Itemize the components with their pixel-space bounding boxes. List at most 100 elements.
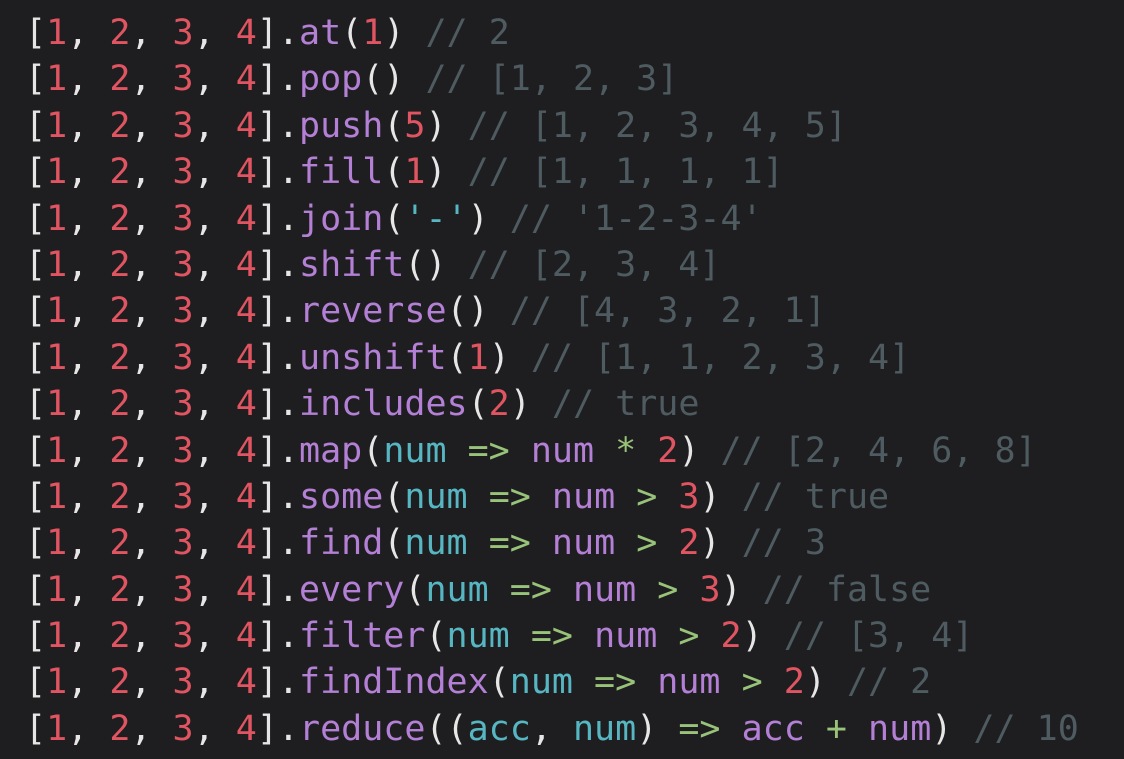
punctuation: [ [25, 476, 47, 517]
number-literal: 3 [172, 708, 194, 749]
punctuation: , [193, 523, 236, 564]
punctuation: ]. [256, 384, 300, 425]
punctuation: ( [383, 152, 405, 193]
punctuation: ]. [256, 337, 300, 378]
punctuation: , [130, 198, 173, 239]
identifier: num [404, 523, 468, 564]
punctuation: ) [383, 13, 426, 53]
number-literal: 1 [46, 244, 68, 285]
number-literal: 3 [172, 13, 194, 53]
identifier: num [383, 430, 447, 471]
punctuation [847, 709, 868, 749]
number-literal: 3 [172, 430, 194, 471]
punctuation [805, 709, 826, 749]
code-line: [1, 2, 3, 4].join('-') // '1-2-3-4' [25, 196, 1120, 242]
punctuation [636, 431, 657, 471]
number-literal: 4 [235, 569, 257, 610]
method-name: reverse [299, 291, 447, 332]
punctuation: ) [741, 616, 784, 657]
punctuation: , [193, 13, 236, 53]
punctuation: ]. [256, 569, 300, 610]
punctuation [468, 477, 489, 517]
method-name: pop [299, 59, 363, 100]
number-literal: 1 [46, 384, 68, 425]
punctuation: ]. [256, 59, 300, 100]
number-literal: 2 [109, 105, 131, 146]
operator: => [594, 662, 637, 703]
operator: + [825, 708, 847, 749]
number-literal: 3 [172, 59, 194, 100]
punctuation: [ [25, 291, 47, 332]
method-name: find [299, 523, 384, 564]
code-line: [1, 2, 3, 4].reduce((acc, num) => acc + … [25, 706, 1120, 752]
number-literal: 1 [46, 13, 68, 53]
punctuation: ) [636, 708, 679, 749]
punctuation: , [130, 59, 173, 100]
code-line: [1, 2, 3, 4].includes(2) // true [25, 381, 1120, 427]
punctuation: ]. [256, 430, 300, 471]
number-literal: 4 [235, 244, 257, 285]
punctuation: ) [678, 430, 721, 471]
punctuation: ) [425, 152, 468, 193]
punctuation: , [130, 523, 173, 564]
comment: // 10 [973, 708, 1079, 749]
code-line: [1, 2, 3, 4].fill(1) // [1, 1, 1, 1] [25, 149, 1120, 195]
number-literal: 2 [109, 662, 131, 703]
punctuation: ( [404, 569, 426, 610]
identifier: acc [467, 708, 531, 749]
operator: => [678, 708, 721, 749]
punctuation [615, 477, 636, 517]
number-literal: 3 [172, 616, 194, 657]
operator: > [657, 569, 679, 610]
number-literal: 3 [678, 476, 700, 517]
code-block: [1, 2, 3, 4].at(1) // 2 [1, 2, 3, 4].pop(… [25, 10, 1120, 752]
punctuation: ) [804, 662, 847, 703]
number-literal: 5 [404, 105, 426, 146]
punctuation: ]. [256, 291, 300, 332]
punctuation: () [446, 291, 510, 332]
comment: // [3, 4] [783, 616, 974, 657]
number-literal: 2 [783, 662, 805, 703]
punctuation [573, 616, 594, 656]
number-literal: 2 [657, 430, 679, 471]
punctuation: () [404, 244, 468, 285]
punctuation: ( [425, 616, 447, 657]
method-name: push [299, 105, 384, 146]
method-name: num [551, 523, 616, 564]
punctuation: ]. [256, 616, 300, 657]
punctuation: ( [383, 198, 405, 239]
comment: // '1-2-3-4' [509, 198, 763, 239]
punctuation: , [193, 291, 236, 332]
punctuation: ]. [256, 244, 300, 285]
punctuation: ]. [256, 152, 300, 193]
punctuation: , [130, 337, 173, 378]
number-literal: 2 [720, 616, 742, 657]
punctuation: [ [25, 244, 47, 285]
punctuation: (( [425, 708, 468, 749]
punctuation: , [530, 708, 573, 749]
number-literal: 4 [235, 384, 257, 425]
method-name: at [299, 13, 342, 53]
punctuation: , [130, 476, 173, 517]
punctuation [468, 523, 489, 563]
punctuation: , [67, 384, 110, 425]
number-literal: 3 [172, 569, 194, 610]
number-literal: 2 [109, 476, 131, 517]
punctuation: [ [25, 152, 47, 193]
method-name: includes [299, 384, 468, 425]
punctuation: , [130, 244, 173, 285]
number-literal: 2 [109, 59, 131, 100]
punctuation: [ [25, 105, 47, 146]
code-line: [1, 2, 3, 4].find(num => num > 2) // 3 [25, 520, 1120, 566]
punctuation [510, 431, 531, 471]
punctuation: [ [25, 616, 47, 657]
number-literal: 1 [46, 337, 68, 378]
method-name: filter [299, 616, 426, 657]
punctuation [657, 616, 678, 656]
number-literal: 1 [362, 13, 384, 53]
punctuation: , [67, 708, 110, 749]
punctuation: , [130, 13, 173, 53]
punctuation [721, 709, 742, 749]
method-name: num [551, 476, 616, 517]
method-name: some [299, 476, 384, 517]
